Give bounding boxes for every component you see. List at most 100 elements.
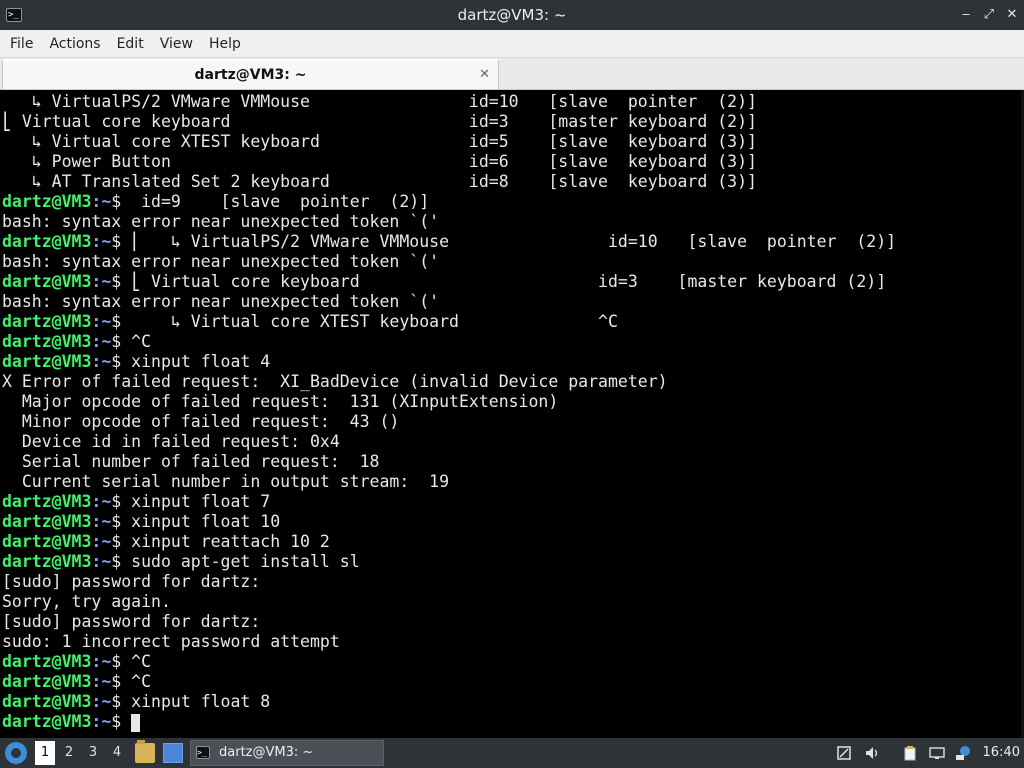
terminal-prompt-line: dartz@VM3:~$ xinput float 8 [2, 692, 270, 712]
output-text: Current serial number in output stream: … [2, 472, 450, 491]
terminal-output-line: [sudo] password for dartz: [2, 572, 260, 592]
terminal-prompt-line: dartz@VM3:~$ xinput float 10 [2, 512, 280, 532]
menu-file[interactable]: File [10, 36, 33, 52]
clock: 16:40 [982, 745, 1020, 760]
terminal-output[interactable]: ↳ VirtualPS/2 VMware VMMouse id=10 [slav… [0, 90, 1024, 738]
terminal-output-line: Serial number of failed request: 18 [2, 452, 380, 472]
file-manager-icon[interactable] [135, 740, 155, 763]
terminal-output-line: bash: syntax error near unexpected token… [2, 292, 439, 312]
prompt-user: dartz@VM3 [2, 332, 92, 351]
menu-edit[interactable]: Edit [117, 36, 144, 52]
clipboard-icon[interactable] [902, 745, 918, 761]
command-text: ↳ Virtual core XTEST keyboard ^C [121, 312, 618, 331]
command-text: ⎣ Virtual core keyboard id=3 [master key… [121, 272, 887, 291]
command-text: ⎜ ↳ VirtualPS/2 VMware VMMouse id=10 [sl… [121, 232, 897, 251]
taskbar: 1 2 3 4 >_ dartz@VM3: ~ 16:40 [0, 738, 1024, 768]
output-text: sudo: 1 incorrect password attempt [2, 632, 340, 651]
terminal-output-line: ↳ AT Translated Set 2 keyboard id=8 [sla… [2, 172, 757, 192]
prompt-path: :~ [91, 512, 112, 531]
workspace-1[interactable]: 1 [35, 741, 55, 765]
output-text: ↳ AT Translated Set 2 keyboard id=8 [sla… [2, 172, 757, 191]
output-text: Device id in failed request: 0x4 [2, 432, 340, 451]
output-text: bash: syntax error near unexpected token… [2, 212, 440, 231]
menu-help[interactable]: Help [209, 36, 241, 52]
maximize-icon[interactable]: ⤢ [983, 8, 995, 21]
workspace-4[interactable]: 4 [107, 738, 127, 768]
command-text [121, 712, 131, 731]
terminal-prompt-line: dartz@VM3:~$ ⎜ ↳ VirtualPS/2 VMware VMMo… [2, 232, 896, 252]
prompt-user: dartz@VM3 [2, 232, 92, 251]
output-text: ⎣ Virtual core keyboard id=3 [master key… [2, 112, 757, 131]
start-menu-icon[interactable] [5, 742, 27, 764]
prompt-user: dartz@VM3 [2, 512, 92, 531]
terminal-prompt-line: dartz@VM3:~$ xinput float 7 [2, 492, 270, 512]
prompt-path: :~ [91, 272, 112, 291]
output-text: [sudo] password for dartz: [2, 572, 261, 591]
menu-bar: File Actions Edit View Help [0, 30, 1024, 58]
workspace-2[interactable]: 2 [59, 738, 79, 768]
prompt-symbol: $ [111, 712, 122, 731]
command-text: ^C [121, 332, 152, 351]
window-titlebar[interactable]: >_ dartz@VM3: ~ ‒ ⤢ ✕ [0, 0, 1024, 30]
show-desktop-icon[interactable] [163, 743, 183, 763]
output-text: Minor opcode of failed request: 43 () [2, 412, 400, 431]
volume-icon[interactable] [864, 745, 880, 761]
minimize-icon[interactable]: ‒ [960, 8, 972, 21]
prompt-symbol: $ [111, 232, 122, 251]
workspace-3[interactable]: 3 [83, 738, 103, 768]
terminal-output-line: bash: syntax error near unexpected token… [2, 252, 439, 272]
command-text: xinput float 10 [121, 512, 281, 531]
terminal-task-icon: >_ [196, 746, 210, 759]
menu-actions[interactable]: Actions [49, 36, 100, 52]
output-text: ↳ Virtual core XTEST keyboard id=5 [slav… [2, 132, 757, 151]
prompt-symbol: $ [111, 312, 122, 331]
output-text: X Error of failed request: XI_BadDevice … [2, 372, 668, 391]
prompt-symbol: $ [111, 352, 122, 371]
prompt-user: dartz@VM3 [2, 352, 92, 371]
tab-close-icon[interactable]: ✕ [479, 67, 490, 82]
prompt-user: dartz@VM3 [2, 192, 92, 211]
terminal-prompt-line: dartz@VM3:~$ [2, 712, 141, 732]
prompt-user: dartz@VM3 [2, 712, 92, 731]
menu-view[interactable]: View [160, 36, 193, 52]
prompt-user: dartz@VM3 [2, 492, 92, 511]
output-text: ↳ Power Button id=6 [slave keyboard (3)] [2, 152, 757, 171]
prompt-symbol: $ [111, 492, 122, 511]
terminal-prompt-line: dartz@VM3:~$ ↳ Virtual core XTEST keyboa… [2, 312, 618, 332]
prompt-symbol: $ [111, 552, 122, 571]
command-text: ^C [121, 672, 152, 691]
prompt-user: dartz@VM3 [2, 312, 92, 331]
prompt-user: dartz@VM3 [2, 652, 92, 671]
output-text: bash: syntax error near unexpected token… [2, 252, 440, 271]
prompt-path: :~ [91, 312, 112, 331]
command-text: ^C [121, 652, 152, 671]
task-label: dartz@VM3: ~ [219, 745, 314, 760]
output-text: [sudo] password for dartz: [2, 612, 261, 631]
terminal-prompt-line: dartz@VM3:~$ ^C [2, 652, 151, 672]
terminal-output-line: ↳ Power Button id=6 [slave keyboard (3)] [2, 152, 757, 172]
command-text: xinput reattach 10 2 [121, 532, 330, 551]
prompt-path: :~ [91, 352, 112, 371]
output-text: ↳ VirtualPS/2 VMware VMMouse id=10 [slav… [2, 92, 757, 111]
terminal-output-line: ⎣ Virtual core keyboard id=3 [master key… [2, 112, 757, 132]
screenshot-icon[interactable] [836, 745, 852, 761]
update-icon[interactable] [955, 745, 971, 761]
prompt-symbol: $ [111, 192, 122, 211]
prompt-path: :~ [91, 652, 112, 671]
prompt-user: dartz@VM3 [2, 272, 92, 291]
close-icon[interactable]: ✕ [1006, 8, 1018, 21]
prompt-symbol: $ [111, 512, 122, 531]
prompt-path: :~ [91, 492, 112, 511]
tab-label: dartz@VM3: ~ [194, 67, 307, 83]
output-text: Serial number of failed request: 18 [2, 452, 380, 471]
prompt-user: dartz@VM3 [2, 692, 92, 711]
prompt-user: dartz@VM3 [2, 552, 92, 571]
taskbar-task-terminal[interactable]: >_ dartz@VM3: ~ [190, 740, 384, 766]
terminal-output-line: [sudo] password for dartz: [2, 612, 260, 632]
prompt-user: dartz@VM3 [2, 532, 92, 551]
terminal-output-line: Current serial number in output stream: … [2, 472, 449, 492]
text-cursor [131, 713, 141, 732]
tab-terminal[interactable]: dartz@VM3: ~ ✕ [2, 59, 499, 89]
network-icon[interactable] [929, 745, 945, 761]
terminal-prompt-line: dartz@VM3:~$ sudo apt-get install sl [2, 552, 360, 572]
